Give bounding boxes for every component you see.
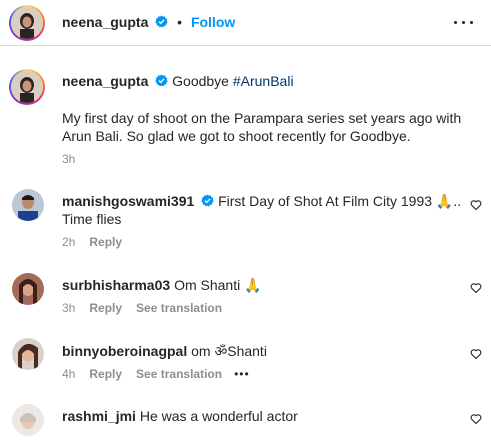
reply-button[interactable]: Reply [89, 367, 122, 381]
heart-icon[interactable] [470, 199, 482, 211]
see-translation-button[interactable]: See translation [136, 367, 222, 381]
caption-title: Goodbye [172, 73, 229, 89]
heart-icon[interactable] [470, 348, 482, 360]
comment-username[interactable]: rashmi_jmi [62, 408, 136, 424]
post-header: neena_gupta • Follow [0, 0, 491, 46]
comment-username[interactable]: manishgoswami391 [62, 193, 194, 209]
profile-photo-icon [11, 7, 43, 39]
comment-time: 3h [62, 301, 76, 315]
verified-badge-icon [201, 194, 214, 207]
caption-username[interactable]: neena_gupta [62, 73, 148, 89]
see-translation-button[interactable]: See translation [136, 301, 222, 315]
reply-button[interactable]: Reply [89, 301, 122, 315]
profile-photo-icon [12, 338, 44, 370]
verified-badge-icon [155, 15, 168, 28]
caption-avatar[interactable] [9, 69, 45, 105]
heart-icon[interactable] [470, 413, 482, 425]
comment-avatar[interactable] [12, 338, 44, 370]
comment-avatar[interactable] [12, 273, 44, 305]
comment-text: First Day of Shot At Film City 1993 🙏.. [218, 193, 462, 209]
follow-button[interactable]: Follow [191, 14, 235, 30]
profile-photo-icon [12, 273, 44, 305]
comment-avatar[interactable] [12, 189, 44, 221]
comment-meta: 2h Reply [62, 235, 122, 249]
comment-text-line2: Time flies [62, 211, 122, 227]
comment-username[interactable]: binnyoberoinagpal [62, 343, 187, 359]
comment-text: Om Shanti 🙏 [174, 277, 262, 293]
comment-time: 4h [62, 367, 76, 381]
profile-photo-icon [12, 189, 44, 221]
caption-time: 3h [62, 152, 76, 166]
ellipsis-icon[interactable]: ••• [234, 367, 250, 381]
caption-hashtag[interactable]: #ArunBali [233, 73, 294, 89]
comment-meta: 3h Reply See translation [62, 301, 222, 315]
comment-time: 2h [62, 235, 76, 249]
comment-username[interactable]: surbhisharma03 [62, 277, 170, 293]
header-username[interactable]: neena_gupta [62, 14, 148, 30]
heart-icon[interactable] [470, 282, 482, 294]
comment-text: om ॐShanti [191, 343, 267, 359]
header-separator: • [177, 14, 183, 30]
header-avatar[interactable] [9, 5, 45, 41]
comment-text: He was a wonderful actor [139, 408, 298, 424]
comment-avatar[interactable] [12, 404, 44, 436]
comment-meta: 4h Reply See translation ••• [62, 367, 250, 381]
profile-photo-icon [11, 71, 43, 103]
verified-badge-icon [155, 74, 168, 87]
caption-body: My first day of shoot on the Parampara s… [62, 110, 462, 144]
more-options-icon[interactable] [454, 14, 474, 30]
profile-photo-icon [12, 404, 44, 436]
reply-button[interactable]: Reply [89, 235, 122, 249]
